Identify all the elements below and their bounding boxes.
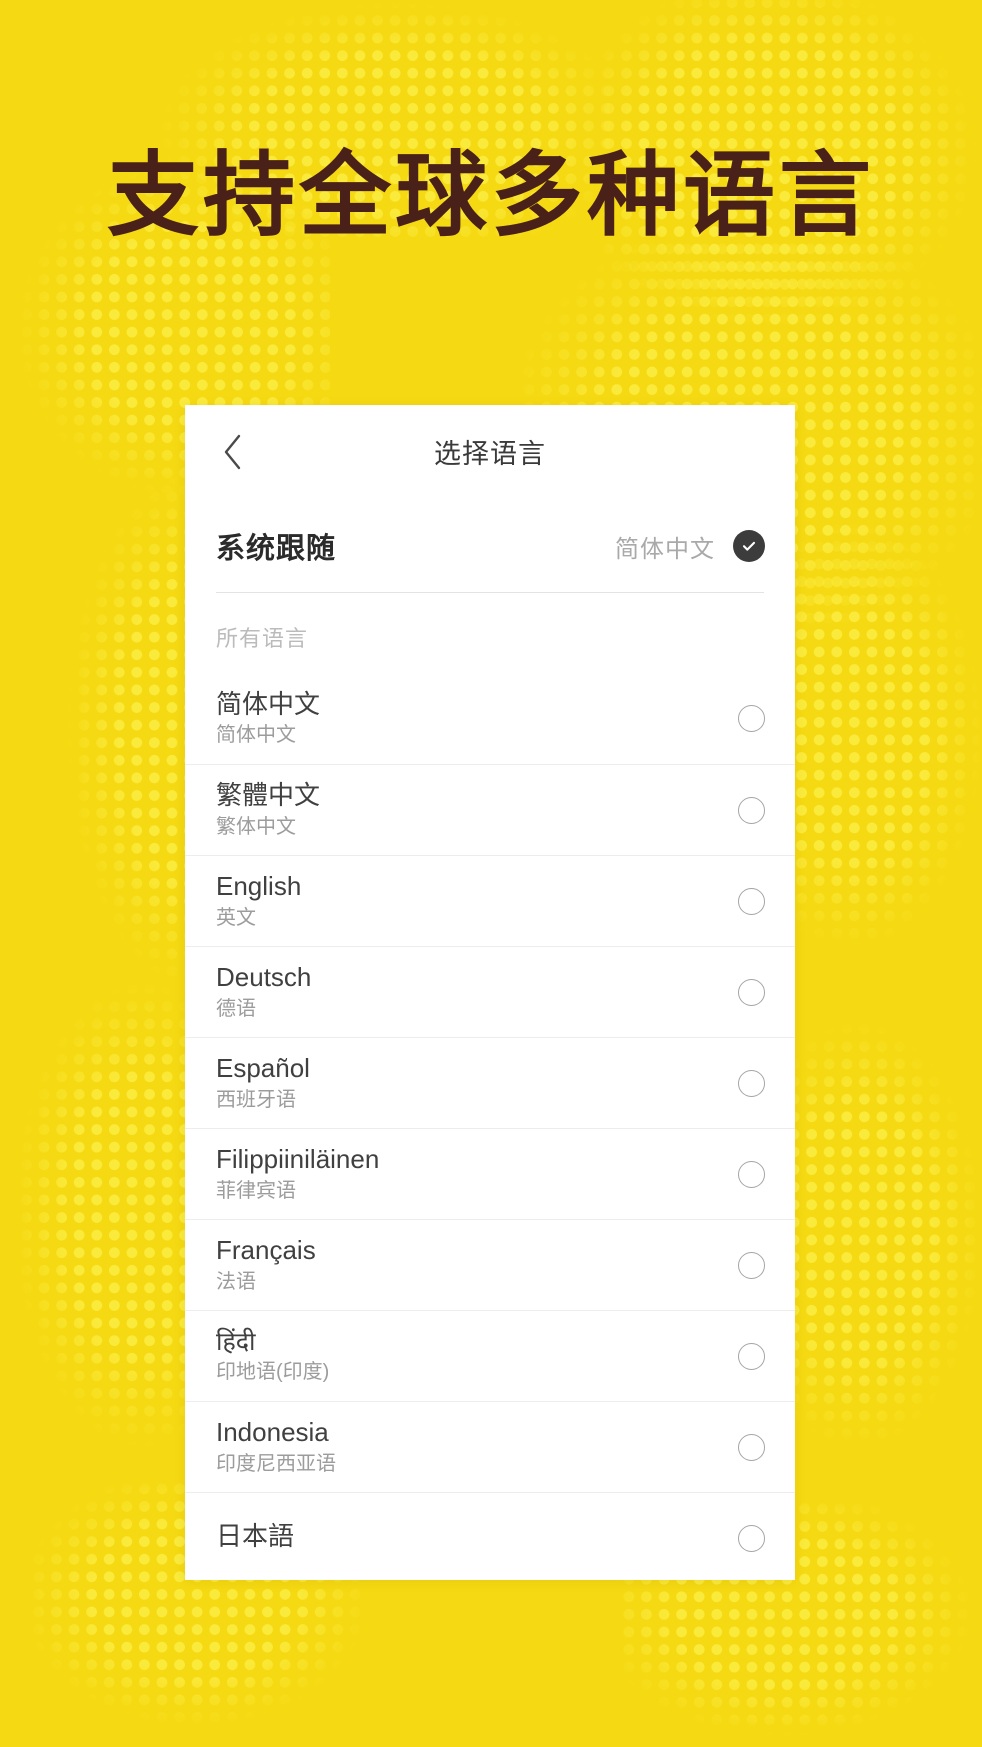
language-row[interactable]: Filippiiniläinen 菲律宾语 (185, 1128, 795, 1219)
nav-bar: 选择语言 (185, 405, 795, 500)
language-chinese-name: 印度尼西亚语 (216, 1452, 336, 1475)
language-row[interactable]: 简体中文 简体中文 (185, 673, 795, 764)
language-chinese-name: 法语 (216, 1270, 256, 1293)
language-chinese-name: 简体中文 (216, 724, 296, 747)
promo-headline: 支持全球多种语言 (106, 142, 875, 249)
follow-system-value: 简体中文 (615, 535, 715, 563)
language-native-name: Filippiiniläinen (216, 1144, 380, 1175)
language-chinese-name: 印地语(印度) (216, 1361, 330, 1384)
section-header-all-languages: 所有语言 (216, 626, 309, 651)
language-radio-button[interactable] (738, 705, 765, 732)
follow-system-label: 系统跟随 (216, 533, 337, 565)
language-row-texts: Filippiiniläinen 菲律宾语 (216, 1144, 738, 1204)
language-row-texts: Français 法语 (216, 1235, 738, 1295)
language-row-texts: Deutsch 德语 (216, 962, 738, 1022)
language-native-name: 简体中文 (216, 688, 321, 719)
language-native-name: Deutsch (216, 962, 312, 993)
language-row-texts: English 英文 (216, 871, 738, 931)
language-native-name: हिंदी (216, 1326, 256, 1356)
language-native-name: Français (216, 1235, 316, 1266)
language-row[interactable]: Deutsch 德语 (185, 946, 795, 1037)
follow-system-row[interactable]: 系统跟随 简体中文 (185, 500, 795, 592)
language-radio-button[interactable] (738, 1524, 765, 1552)
language-chinese-name: 英文 (216, 906, 256, 929)
language-native-name: 繁體中文 (216, 780, 321, 811)
language-radio-button[interactable] (738, 1433, 765, 1461)
check-icon (740, 537, 758, 555)
language-radio-button[interactable] (738, 796, 765, 824)
language-row-texts: Indonesia 印度尼西亚语 (216, 1417, 738, 1477)
language-row-texts: 日本語 (216, 1521, 738, 1555)
language-chinese-name: 菲律宾语 (216, 1179, 296, 1202)
language-row-texts: 简体中文 简体中文 (216, 689, 738, 749)
language-row[interactable]: Indonesia 印度尼西亚语 (185, 1401, 795, 1492)
language-row[interactable]: Français 法语 (185, 1219, 795, 1310)
language-native-name: 日本語 (216, 1521, 295, 1552)
language-row[interactable]: Español 西班牙语 (185, 1037, 795, 1128)
page-title: 选择语言 (434, 439, 546, 469)
language-row[interactable]: English 英文 (185, 855, 795, 946)
language-row-texts: Español 西班牙语 (216, 1053, 738, 1113)
language-row-texts: हिंदी 印地语(印度) (216, 1327, 738, 1386)
language-list: 简体中文 简体中文 繁體中文 繁体中文 English 英文 Deutsch 德语 Españo… (185, 673, 795, 1580)
language-row[interactable]: 繁體中文 繁体中文 (185, 764, 795, 855)
language-chinese-name: 西班牙语 (216, 1088, 296, 1111)
language-radio-button[interactable] (738, 978, 765, 1006)
language-row-texts: 繁體中文 繁体中文 (216, 780, 738, 840)
language-native-name: English (216, 871, 302, 902)
language-native-name: Indonesia (216, 1417, 329, 1448)
follow-system-checkmark[interactable] (733, 530, 765, 562)
language-native-name: Español (216, 1053, 310, 1084)
language-radio-button[interactable] (738, 1342, 765, 1370)
language-row[interactable]: 日本語 (185, 1492, 795, 1580)
language-radio-button[interactable] (738, 1160, 765, 1188)
language-radio-button[interactable] (738, 887, 765, 915)
language-radio-button[interactable] (738, 1069, 765, 1097)
language-chinese-name: 德语 (216, 997, 256, 1020)
phone-screen-card: 选择语言 系统跟随 简体中文 所有语言 简体中文 简体中文 繁體中文 繁体中文 Engl… (185, 405, 795, 1580)
language-row[interactable]: हिंदी 印地语(印度) (185, 1310, 795, 1401)
language-chinese-name: 繁体中文 (216, 815, 296, 838)
language-radio-button[interactable] (738, 1251, 765, 1279)
